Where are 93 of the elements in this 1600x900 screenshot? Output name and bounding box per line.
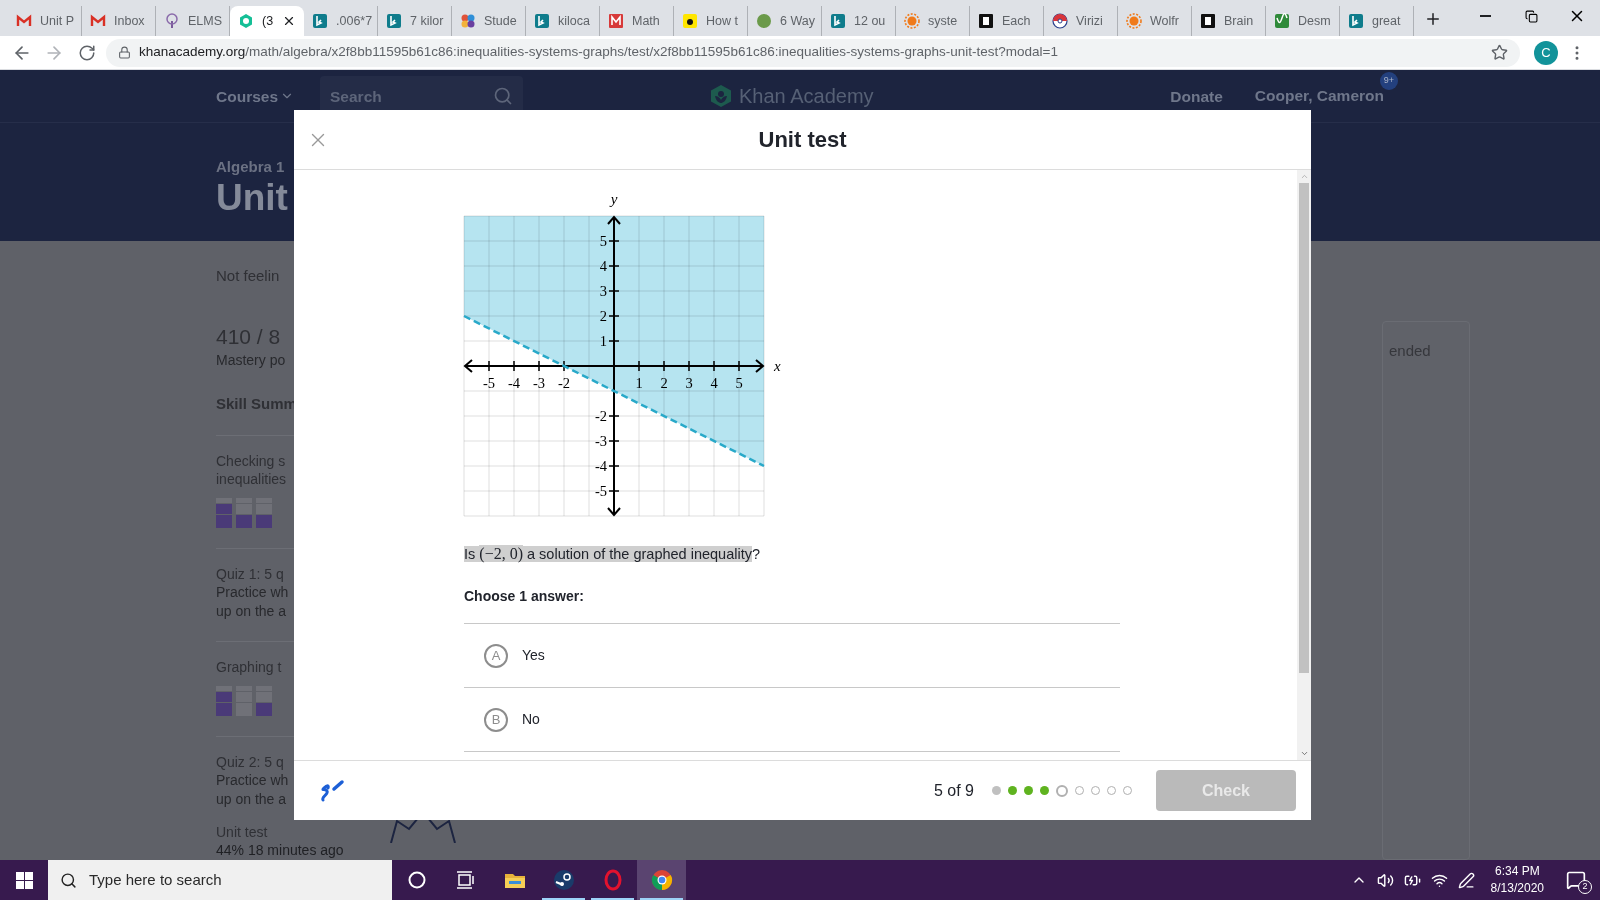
taskbar-search-field[interactable]: Type here to search: [48, 860, 392, 900]
mastery-bar: [256, 686, 272, 716]
donate-link[interactable]: Donate: [1170, 84, 1223, 108]
scrollbar[interactable]: [1297, 170, 1311, 760]
tick-label: 2: [660, 375, 668, 391]
square-logo-icon: [312, 13, 328, 29]
tick-label: -2: [557, 375, 571, 391]
search-icon: [60, 871, 77, 889]
tick-label: 5: [599, 232, 607, 249]
answer-choice[interactable]: B No: [464, 688, 1120, 752]
square-logo-icon: [1200, 13, 1216, 29]
clock-date: 8/13/2020: [1490, 880, 1544, 897]
hexagon-icon: [238, 13, 254, 29]
browser-tab[interactable]: (3: [230, 6, 304, 36]
speaker-icon[interactable]: [1376, 871, 1394, 889]
tick-label: 3: [599, 282, 607, 299]
mastery-bar: [216, 498, 232, 528]
mastery-bar: [216, 686, 232, 716]
tick-label: -2: [594, 407, 607, 424]
square-logo-icon: [1274, 13, 1290, 29]
tick-label: -5: [594, 482, 607, 499]
question-text: Is (−2, 0) a solution of the graphed inequality?: [464, 544, 761, 565]
pencil-squiggle-icon[interactable]: [320, 778, 346, 803]
choice-letter: A: [484, 643, 508, 668]
axis-label: x: [774, 358, 781, 374]
square-logo-icon: [386, 13, 402, 29]
tick-label: 1: [599, 332, 607, 349]
answer-prompt: Choose 1 answer:: [464, 587, 585, 606]
item-description: up on the a: [216, 602, 287, 621]
bookmark-star-icon[interactable]: [1491, 44, 1508, 61]
sun-icon: [1126, 13, 1142, 29]
square-logo-icon: [1348, 13, 1364, 29]
steam-icon: [551, 868, 576, 892]
points-label: Mastery po: [216, 350, 286, 370]
tick-label: -3: [532, 375, 546, 391]
modal-title: Unit test: [758, 126, 847, 154]
sun-icon: [904, 13, 920, 29]
choice-text: No: [522, 710, 540, 729]
ball-icon: [1052, 13, 1068, 29]
mastery-bar: [236, 498, 252, 528]
courses-menu[interactable]: Courses: [216, 84, 295, 108]
tick-label: 1: [635, 375, 643, 391]
clock[interactable]: 6:34 PM 8/13/2020: [1484, 863, 1550, 897]
progress-text: 5 of 9: [933, 780, 974, 801]
search-icon: [493, 86, 514, 107]
choice-letter: B: [484, 707, 508, 732]
logo-icon: [709, 84, 734, 109]
clock-time: 6:34 PM: [1494, 863, 1540, 880]
item-description: Practice wh: [216, 771, 289, 790]
chrome-icon: [649, 868, 674, 892]
reload-icon[interactable]: [78, 43, 96, 62]
flower-icon: [460, 13, 476, 29]
mail-icon: [16, 13, 32, 29]
tick-label: 5: [735, 375, 743, 391]
tick-label: 3: [685, 375, 693, 391]
tick-label: 2: [599, 307, 607, 324]
item-description: 44% 18 minutes ago: [216, 841, 344, 860]
mail-icon: [90, 13, 106, 29]
axis-label: y: [610, 191, 618, 207]
circle-logo-icon: [756, 13, 772, 29]
unit-title: Unit: [216, 177, 288, 220]
tick-label: 4: [710, 375, 718, 391]
answer-choice[interactable]: A Yes: [464, 624, 1120, 688]
notification-badge: 9+: [1380, 72, 1398, 91]
restore-icon: [1524, 9, 1538, 23]
notifications-icon[interactable]: [1566, 870, 1586, 890]
tick-label: -5: [482, 375, 496, 391]
tick-label: -4: [507, 375, 521, 391]
mastery-bar: [256, 498, 272, 528]
scroll-down-icon[interactable]: [1299, 749, 1309, 758]
tick-label: -4: [594, 457, 607, 474]
pen-icon[interactable]: [1457, 871, 1475, 889]
lock-icon: [118, 46, 131, 59]
square-logo-icon: [682, 13, 698, 29]
square-logo-icon: [978, 13, 994, 29]
url-text: khanacademy.org/math/algebra/x2f8bb11595b61c86:inequalities-systems-graphs/test/x2f8bb11595b61c86:inequalities-systems-graphs-unit-test?modal=1: [139, 43, 1058, 62]
close-icon[interactable]: [282, 14, 296, 28]
plus-icon: [1424, 10, 1442, 28]
square-logo-icon: [608, 13, 624, 29]
choice-text: Yes: [522, 646, 545, 665]
tick-label: -3: [594, 432, 607, 449]
minimize-icon: [1479, 15, 1491, 17]
item-description: up on the a: [216, 790, 287, 809]
notification-count: 2: [1578, 880, 1592, 894]
course-title[interactable]: Algebra 1: [216, 157, 285, 178]
item-description: Practice wh: [216, 583, 289, 602]
square-logo-icon: [830, 13, 846, 29]
profile-avatar[interactable]: C: [1534, 40, 1558, 65]
square-logo-icon: [534, 13, 550, 29]
windows-logo-icon: [15, 871, 33, 889]
address-field[interactable]: khanacademy.org/math/algebra/x2f8bb11595b61c86:inequalities-systems-graphs/test/x2f8bb11595b61c86:inequalities-systems-graphs-unit-test?modal=1: [106, 38, 1520, 67]
tick-label: 4: [599, 257, 607, 274]
tree-icon: [164, 13, 180, 29]
